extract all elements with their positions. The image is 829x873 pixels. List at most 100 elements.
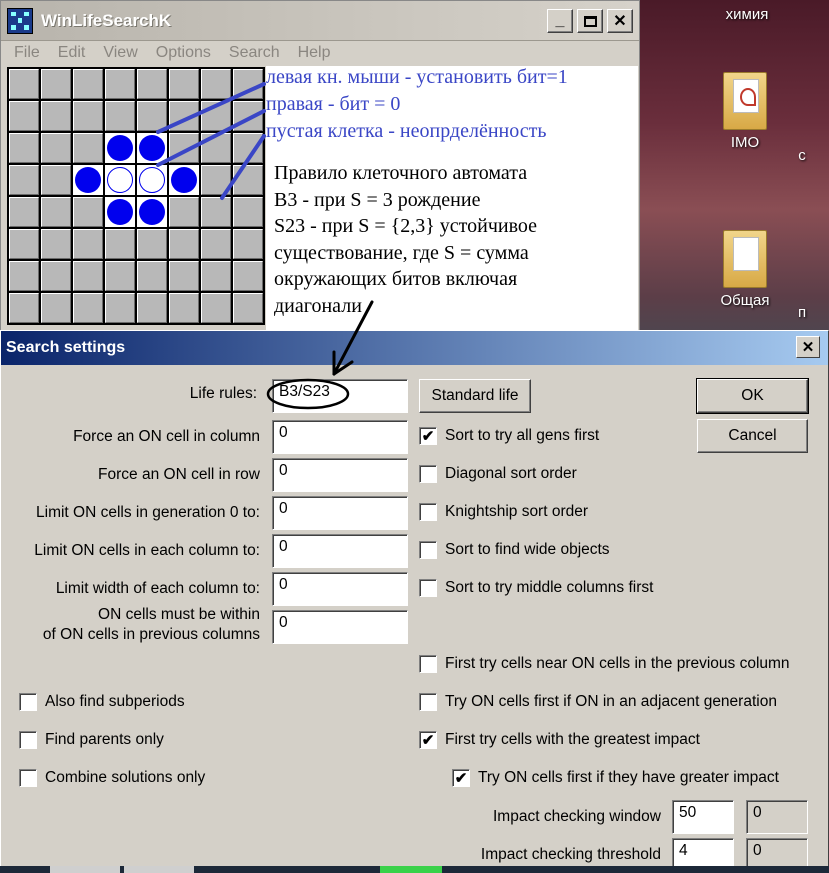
checkbox-near-on-cells[interactable]: First try cells near ON cells in the pre… xyxy=(419,655,790,673)
checkbox-box[interactable]: ✔ xyxy=(452,769,470,787)
menu-view[interactable]: View xyxy=(94,44,146,62)
checkbox-box[interactable] xyxy=(19,693,37,711)
checkbox-combine-solutions[interactable]: Combine solutions only xyxy=(19,769,205,787)
menu-options[interactable]: Options xyxy=(147,44,220,62)
limit-col-input[interactable]: 0 xyxy=(272,534,408,568)
grid-cell[interactable] xyxy=(105,229,135,259)
checkbox-subperiods[interactable]: Also find subperiods xyxy=(19,693,185,711)
checkbox-box[interactable] xyxy=(419,541,437,559)
checkbox-box[interactable]: ✔ xyxy=(419,427,437,445)
checkbox-box[interactable] xyxy=(419,655,437,673)
grid-cell[interactable] xyxy=(233,69,263,99)
grid-cell[interactable] xyxy=(105,293,135,323)
checkbox-middle-columns[interactable]: Sort to try middle columns first xyxy=(419,579,653,597)
ok-button[interactable]: OK xyxy=(696,378,809,414)
taskbar-item[interactable] xyxy=(50,866,120,873)
grid-cell[interactable] xyxy=(105,197,135,227)
grid-cell[interactable] xyxy=(233,229,263,259)
grid-cell[interactable] xyxy=(41,197,71,227)
grid-cell[interactable] xyxy=(105,69,135,99)
grid-cell[interactable] xyxy=(169,197,199,227)
grid-cell[interactable] xyxy=(201,101,231,131)
checkbox-knightship-sort[interactable]: Knightship sort order xyxy=(419,503,588,521)
grid-cell[interactable] xyxy=(137,261,167,291)
grid-cell[interactable] xyxy=(9,261,39,291)
grid-cell[interactable] xyxy=(169,293,199,323)
limit-width-input[interactable]: 0 xyxy=(272,572,408,606)
checkbox-parents-only[interactable]: Find parents only xyxy=(19,731,164,749)
grid-cell[interactable] xyxy=(201,165,231,195)
grid-cell[interactable] xyxy=(137,165,167,195)
menu-search[interactable]: Search xyxy=(220,44,289,62)
grid-cell[interactable] xyxy=(137,69,167,99)
grid-cell[interactable] xyxy=(41,261,71,291)
grid-cell[interactable] xyxy=(233,133,263,163)
taskbar-item[interactable] xyxy=(380,866,442,873)
grid-cell[interactable] xyxy=(9,165,39,195)
grid-cell[interactable] xyxy=(41,133,71,163)
grid-cell[interactable] xyxy=(41,229,71,259)
menu-file[interactable]: File xyxy=(5,44,49,62)
checkbox-box[interactable] xyxy=(419,693,437,711)
grid-cell[interactable] xyxy=(41,165,71,195)
grid-cell[interactable] xyxy=(169,101,199,131)
grid-cell[interactable] xyxy=(201,69,231,99)
force-row-input[interactable]: 0 xyxy=(272,458,408,492)
checkbox-greater-impact[interactable]: ✔ Try ON cells first if they have greater… xyxy=(452,769,779,787)
checkbox-adjacent-generation[interactable]: Try ON cells first if ON in an adjacent … xyxy=(419,693,777,711)
limit-gen0-input[interactable]: 0 xyxy=(272,496,408,530)
menu-help[interactable]: Help xyxy=(289,44,340,62)
life-cell-grid[interactable] xyxy=(7,67,265,325)
grid-cell[interactable] xyxy=(201,229,231,259)
checkbox-sort-all-gens[interactable]: ✔ Sort to try all gens first xyxy=(419,427,599,445)
grid-cell[interactable] xyxy=(233,293,263,323)
close-button[interactable]: ✕ xyxy=(607,9,633,33)
taskbar-item[interactable] xyxy=(124,866,194,873)
grid-cell[interactable] xyxy=(137,293,167,323)
menu-edit[interactable]: Edit xyxy=(49,44,95,62)
checkbox-box[interactable]: ✔ xyxy=(419,731,437,749)
grid-cell[interactable] xyxy=(41,293,71,323)
impact-window-input[interactable]: 50 xyxy=(672,800,734,834)
checkbox-greatest-impact[interactable]: ✔ First try cells with the greatest impac… xyxy=(419,731,700,749)
grid-cell[interactable] xyxy=(201,197,231,227)
checkbox-box[interactable] xyxy=(419,503,437,521)
grid-cell[interactable] xyxy=(41,101,71,131)
desktop-icon-imo[interactable]: IMO xyxy=(700,72,790,151)
grid-cell[interactable] xyxy=(137,101,167,131)
grid-cell[interactable] xyxy=(105,261,135,291)
checkbox-box[interactable] xyxy=(419,465,437,483)
dialog-close-button[interactable]: ✕ xyxy=(796,336,820,358)
grid-cell[interactable] xyxy=(169,229,199,259)
grid-cell[interactable] xyxy=(9,197,39,227)
grid-cell[interactable] xyxy=(41,69,71,99)
grid-cell[interactable] xyxy=(201,293,231,323)
grid-cell[interactable] xyxy=(73,261,103,291)
grid-cell[interactable] xyxy=(233,261,263,291)
window-titlebar[interactable]: WinLifeSearchK _ ✕ xyxy=(1,1,639,41)
grid-cell[interactable] xyxy=(201,133,231,163)
checkbox-box[interactable] xyxy=(19,731,37,749)
grid-cell[interactable] xyxy=(73,101,103,131)
checkbox-wide-objects[interactable]: Sort to find wide objects xyxy=(419,541,610,559)
grid-cell[interactable] xyxy=(201,261,231,291)
grid-cell[interactable] xyxy=(137,229,167,259)
grid-cell[interactable] xyxy=(73,197,103,227)
grid-cell[interactable] xyxy=(169,165,199,195)
grid-cell[interactable] xyxy=(73,133,103,163)
grid-cell[interactable] xyxy=(9,293,39,323)
grid-cell[interactable] xyxy=(9,229,39,259)
within-input[interactable]: 0 xyxy=(272,610,408,644)
grid-cell[interactable] xyxy=(9,69,39,99)
grid-cell[interactable] xyxy=(233,165,263,195)
grid-cell[interactable] xyxy=(169,133,199,163)
checkbox-box[interactable] xyxy=(419,579,437,597)
cancel-button[interactable]: Cancel xyxy=(697,419,808,453)
grid-cell[interactable] xyxy=(105,101,135,131)
grid-cell[interactable] xyxy=(73,165,103,195)
life-rules-input[interactable]: B3/S23 xyxy=(272,379,408,413)
grid-cell[interactable] xyxy=(137,133,167,163)
checkbox-box[interactable] xyxy=(19,769,37,787)
maximize-button[interactable] xyxy=(577,9,603,33)
grid-cell[interactable] xyxy=(105,133,135,163)
